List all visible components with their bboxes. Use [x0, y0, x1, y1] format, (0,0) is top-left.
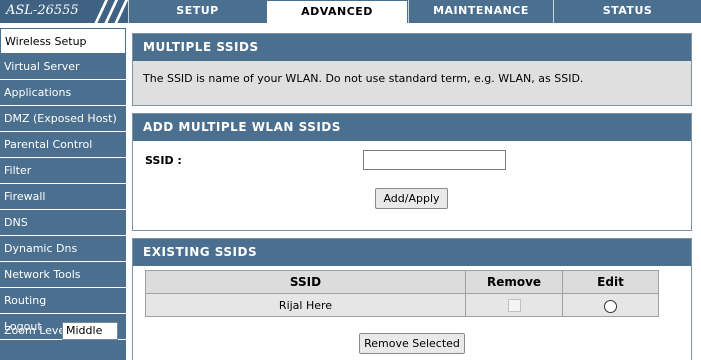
sidebar-item-network-tools[interactable]: Network Tools: [0, 262, 126, 288]
remove-selected-button[interactable]: Remove Selected: [359, 333, 465, 354]
sidebar-item-virtual-server[interactable]: Virtual Server: [0, 54, 126, 80]
add-apply-button[interactable]: Add/Apply: [375, 188, 448, 209]
sidebar-item-filter[interactable]: Filter: [0, 158, 126, 184]
sidebar-item-dmz[interactable]: DMZ (Exposed Host): [0, 106, 126, 132]
sidebar-item-applications[interactable]: Applications: [0, 80, 126, 106]
tab-maintenance[interactable]: MAINTENANCE: [408, 0, 553, 23]
zoom-level-select[interactable]: Middle: [62, 322, 118, 340]
brand-text: ASL-26555: [6, 3, 79, 18]
ssid-input[interactable]: [363, 150, 506, 170]
table-header-row: SSID Remove Edit: [145, 270, 659, 294]
top-nav-bar: ASL-26555 SETUP ADVANCED MAINTENANCE STA…: [0, 0, 701, 26]
existing-ssids-table: SSID Remove Edit Rijal Here: [145, 270, 659, 317]
table-row: Rijal Here: [145, 293, 659, 317]
brand-logo: ASL-26555: [0, 0, 130, 26]
column-header-remove: Remove: [465, 270, 563, 294]
multiple-ssids-description: The SSID is name of your WLAN. Do not us…: [143, 72, 584, 85]
add-ssids-title: ADD MULTIPLE WLAN SSIDS: [133, 114, 691, 141]
zoom-level-label: Zoom Level: [4, 324, 69, 337]
sidebar-item-dynamic-dns[interactable]: Dynamic Dns: [0, 236, 126, 262]
sidebar-item-firewall[interactable]: Firewall: [0, 184, 126, 210]
edit-radio[interactable]: [604, 300, 617, 313]
sidebar-item-parental-control[interactable]: Parental Control: [0, 132, 126, 158]
sidebar-item-routing[interactable]: Routing: [0, 288, 126, 314]
remove-checkbox[interactable]: [507, 298, 521, 312]
tab-setup[interactable]: SETUP: [128, 0, 266, 23]
multiple-ssids-title: MULTIPLE SSIDS: [133, 34, 691, 61]
existing-ssids-title: EXISTING SSIDS: [133, 239, 691, 266]
sidebar: Wireless Setup Virtual Server Applicatio…: [0, 28, 126, 360]
add-ssids-panel: ADD MULTIPLE WLAN SSIDS SSID : Add/Apply: [132, 113, 692, 231]
sidebar-item-dns[interactable]: DNS: [0, 210, 126, 236]
edit-cell: [562, 293, 659, 317]
remove-cell: [465, 293, 563, 317]
tab-status[interactable]: STATUS: [553, 0, 701, 23]
sidebar-item-wireless-setup[interactable]: Wireless Setup: [0, 28, 126, 54]
tab-advanced[interactable]: ADVANCED: [266, 0, 408, 23]
multiple-ssids-panel: MULTIPLE SSIDS The SSID is name of your …: [132, 33, 692, 106]
ssid-cell: Rijal Here: [145, 293, 466, 317]
existing-ssids-panel: EXISTING SSIDS SSID Remove Edit Rijal He…: [132, 238, 692, 360]
column-header-ssid: SSID: [145, 270, 466, 294]
ssid-label: SSID :: [145, 154, 182, 167]
column-header-edit: Edit: [562, 270, 659, 294]
